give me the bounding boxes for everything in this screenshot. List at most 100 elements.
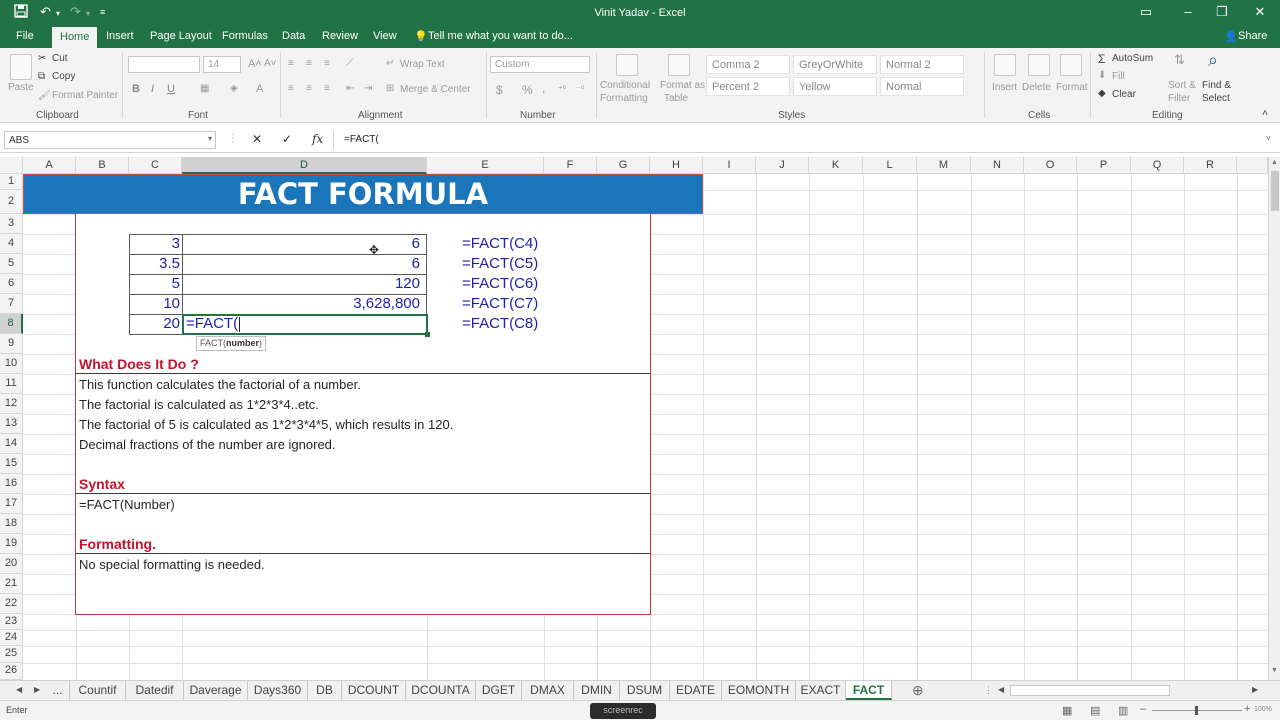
column-header[interactable]: A (23, 157, 76, 174)
style-yellow[interactable]: Yellow (793, 77, 877, 96)
row-header[interactable]: 3 (0, 214, 23, 234)
scroll-up-icon[interactable]: ▲ (1271, 159, 1278, 166)
row-header[interactable]: 23 (0, 614, 23, 630)
formula-text-cell[interactable]: =FACT(C7) (462, 295, 538, 312)
sheet-tab[interactable]: DB (308, 681, 342, 700)
row-header-selected[interactable]: 8 (0, 314, 23, 334)
row-header[interactable]: 22 (0, 594, 23, 614)
conditional-formatting-label-1[interactable]: Conditional (600, 80, 650, 91)
row-header[interactable]: 25 (0, 646, 23, 663)
cut-button[interactable]: Cut (52, 53, 68, 64)
sort-filter-label-1[interactable]: Sort & (1168, 80, 1196, 91)
find-select-label-1[interactable]: Find & (1202, 80, 1231, 91)
row-header[interactable]: 12 (0, 394, 23, 414)
column-header[interactable]: E (427, 157, 544, 174)
sheet-tab[interactable]: EXACT (796, 681, 846, 700)
align-top-icon[interactable]: ≡ (288, 58, 294, 69)
collapse-ribbon-icon[interactable]: ˄ (1262, 108, 1268, 119)
borders-icon[interactable]: ▦ (200, 83, 209, 94)
formula-text-cell[interactable]: =FACT(C6) (462, 275, 538, 292)
font-size-field[interactable]: 14 (203, 56, 241, 73)
sheet-tab[interactable]: DSUM (620, 681, 670, 700)
input-cell[interactable]: 3 (130, 235, 180, 252)
formula-text-cell[interactable]: =FACT(C5) (462, 255, 538, 272)
format-painter-button[interactable]: Format Painter (52, 90, 118, 101)
hscroll-right-icon[interactable]: ▶ (1252, 685, 1258, 694)
scroll-tabs-left-icon[interactable]: ◀ (16, 685, 22, 694)
close-icon[interactable]: ✕ (1250, 4, 1270, 20)
sheet-tab[interactable]: DMAX (522, 681, 574, 700)
fill-handle[interactable] (425, 332, 430, 337)
zoom-in-icon[interactable]: + (1244, 703, 1250, 715)
ribbon-display-options-icon[interactable]: ▭ (1136, 4, 1156, 20)
comma-button[interactable]: , (542, 81, 545, 95)
input-cell[interactable]: 10 (130, 295, 180, 312)
sheet-tab[interactable]: DCOUNT (342, 681, 406, 700)
worksheet-grid[interactable]: A B C D E F G H I J K L M N O P Q R 1 2 … (0, 157, 1268, 680)
fill-icon[interactable]: ⬇ (1098, 70, 1106, 81)
scroll-tabs-right-icon[interactable]: ▶ (34, 685, 40, 694)
row-header[interactable]: 14 (0, 434, 23, 454)
column-header[interactable]: I (703, 157, 756, 174)
result-cell[interactable]: 6 (184, 235, 420, 252)
conditional-formatting-label-2[interactable]: Formatting (600, 93, 648, 104)
zoom-slider-thumb[interactable] (1195, 706, 1198, 715)
bold-icon[interactable]: B (132, 83, 140, 95)
row-header[interactable]: 6 (0, 274, 23, 294)
row-header[interactable]: 1 (0, 174, 23, 190)
formula-text-cell[interactable]: =FACT(C4) (462, 235, 538, 252)
wrap-text-button[interactable]: Wrap Text (400, 59, 445, 70)
autosum-button[interactable]: AutoSum (1112, 53, 1153, 64)
format-cells-button[interactable]: Format (1056, 82, 1088, 93)
sort-filter-label-2[interactable]: Filter (1168, 93, 1190, 104)
increase-decimal-icon[interactable]: ⁺⁰ (558, 84, 566, 95)
format-painter-icon[interactable]: 🖌 (38, 90, 51, 101)
clear-icon[interactable]: ◆ (1098, 88, 1106, 99)
column-header[interactable]: P (1077, 157, 1131, 174)
italic-icon[interactable]: I (151, 83, 154, 95)
style-greyorwhite[interactable]: GreyOrWhite (793, 55, 877, 74)
merge-center-button[interactable]: Merge & Center (400, 84, 471, 95)
copy-icon[interactable]: ⧉ (38, 71, 45, 82)
row-header[interactable]: 21 (0, 574, 23, 594)
decrease-decimal-icon[interactable]: ⁻⁰ (576, 84, 584, 95)
tab-data[interactable]: Data (282, 30, 305, 42)
delete-cells-button[interactable]: Delete (1022, 82, 1051, 93)
column-header[interactable]: R (1184, 157, 1237, 174)
fill-color-icon[interactable]: ◈ (230, 83, 238, 94)
row-header[interactable]: 17 (0, 494, 23, 514)
hscroll-left-icon[interactable]: ◀ (998, 685, 1004, 694)
conditional-formatting-icon[interactable] (616, 54, 638, 76)
function-tooltip[interactable]: FACT(number) (196, 336, 267, 351)
input-cell[interactable]: 5 (130, 275, 180, 292)
decrease-indent-icon[interactable]: ⇤ (346, 83, 354, 94)
align-bottom-icon[interactable]: ≡ (324, 58, 330, 69)
format-as-table-label-1[interactable]: Format as (660, 80, 705, 91)
sort-filter-icon[interactable]: ⇅ (1174, 52, 1185, 68)
align-center-icon[interactable]: ≡ (306, 83, 312, 94)
column-header[interactable]: M (917, 157, 971, 174)
name-box-dropdown-icon[interactable]: ▾ (208, 134, 212, 143)
tab-file[interactable]: File (16, 30, 34, 42)
cut-icon[interactable]: ✂ (38, 53, 46, 64)
orientation-icon[interactable]: ⟋ (346, 58, 353, 69)
delete-cells-icon[interactable] (1028, 54, 1050, 76)
formula-text-cell[interactable]: =FACT(C8) (462, 315, 538, 332)
column-header[interactable]: H (650, 157, 703, 174)
shrink-font-icon[interactable]: A˅ (264, 58, 277, 69)
paste-button[interactable]: Paste (8, 82, 34, 93)
style-percent-2[interactable]: Percent 2 (706, 77, 790, 96)
row-header[interactable]: 4 (0, 234, 23, 254)
page-layout-view-icon[interactable]: ▤ (1090, 704, 1100, 717)
formula-input[interactable]: =FACT( (338, 131, 1268, 149)
sheet-tab[interactable]: Datedif (126, 681, 184, 700)
align-middle-icon[interactable]: ≡ (306, 58, 312, 69)
scroll-down-icon[interactable]: ▼ (1271, 667, 1278, 674)
font-name-field[interactable] (128, 56, 200, 73)
sheet-tab[interactable]: Daverage (184, 681, 248, 700)
column-header[interactable]: F (544, 157, 597, 174)
underline-icon[interactable]: U (167, 83, 175, 95)
row-header[interactable]: 18 (0, 514, 23, 534)
tab-page-layout[interactable]: Page Layout (150, 30, 212, 42)
copy-button[interactable]: Copy (52, 71, 75, 82)
